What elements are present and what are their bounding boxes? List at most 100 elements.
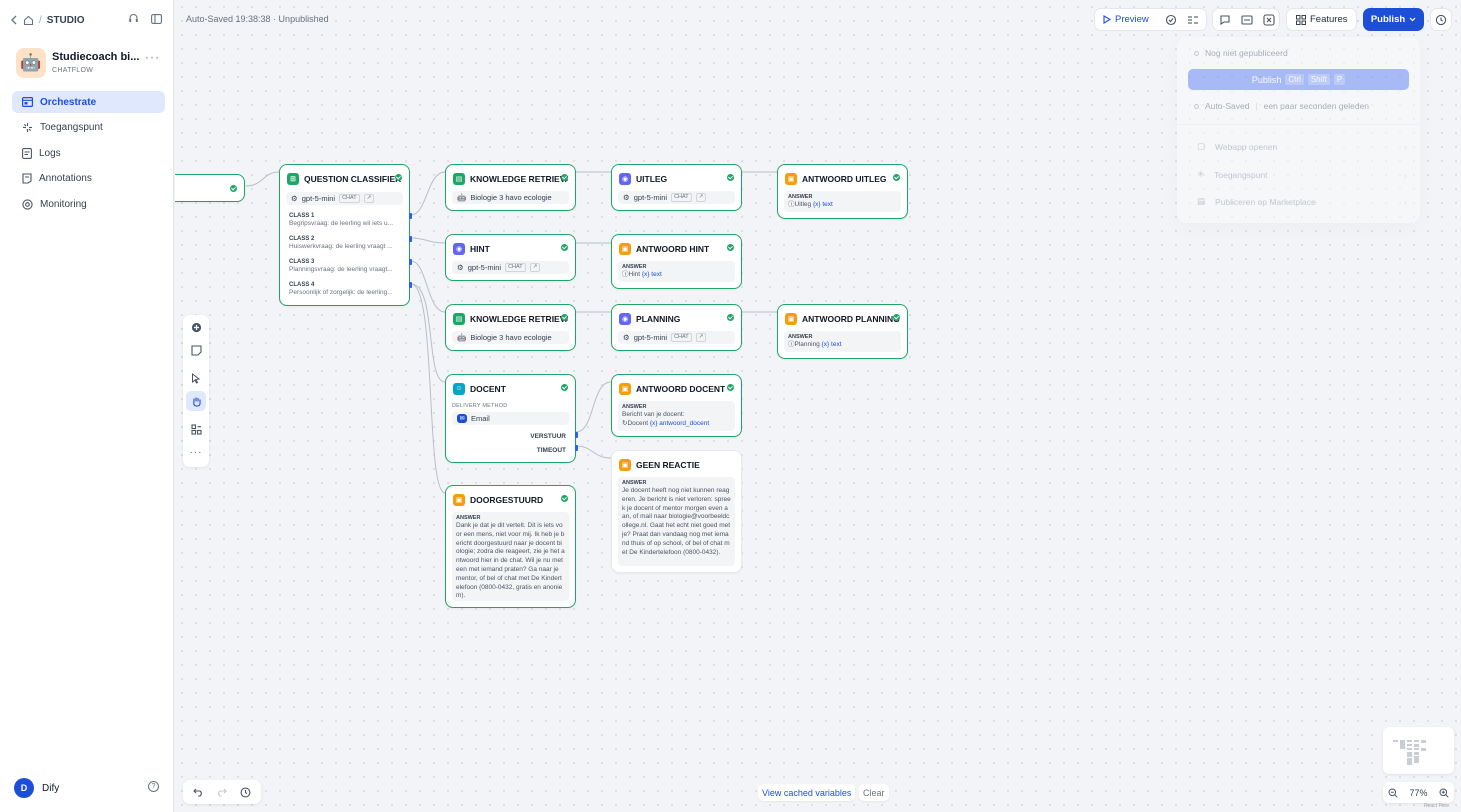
answer-icon: ▣ [785, 172, 797, 185]
sidebar-item-annotations[interactable]: Annotations [12, 167, 165, 189]
variable-x-icon[interactable] [1263, 13, 1275, 26]
settings-icon[interactable]: ↗ [695, 193, 707, 202]
node-antwoord-hint[interactable]: ▣ ANTWOORD HINT ANSWER ⓘHint {x} text [611, 234, 742, 289]
env-icon[interactable] [1241, 14, 1253, 26]
node-antwoord-docent[interactable]: ▣ ANTWOORD DOCENT ANSWER Bericht van je d… [611, 374, 742, 437]
node-antwoord-uitleg[interactable]: ▣ ANTWOORD UITLEG ANSWER ⓘUitleg {x} text [777, 164, 908, 219]
clear-button[interactable]: Clear [859, 784, 889, 801]
knowledge-icon: ▤ [453, 172, 465, 185]
orchestrate-icon [22, 97, 33, 107]
node-title: UITLEG [636, 173, 668, 184]
sidebar-item-orchestrate[interactable]: Orchestrate [12, 91, 165, 113]
zoom-level[interactable]: 77% [1409, 788, 1427, 798]
undo-icon[interactable] [193, 787, 204, 797]
play-icon [1103, 15, 1111, 24]
annotations-icon [22, 172, 32, 184]
model-icon: ⚙ [623, 193, 630, 202]
output-handle[interactable] [409, 213, 412, 219]
menu-marketplace[interactable]: ▤ Publiceren op Marketplace › [1197, 196, 1407, 207]
sidebar: / STUDIO 🤖 Studiecoach bi... CHATFLOW ··… [0, 0, 174, 812]
node-question-classifier[interactable]: ⊞ QUESTION CLASSIFIER ⚙ gpt-5-mini CHAT ↗ CL… [279, 164, 412, 306]
node-docent[interactable]: ☺ DOCENT DELIVERY METHOD ✉ Email VERSTUUR … [445, 374, 578, 463]
node-planning[interactable]: ◉ PLANNING ⚙ gpt-5-mini CHAT ↗ [611, 304, 742, 351]
zoom-in-icon[interactable] [1439, 788, 1449, 798]
sidebar-item-monitoring[interactable]: Monitoring [12, 193, 165, 215]
settings-icon[interactable]: ↗ [529, 263, 541, 272]
class-item: CLASS 4 Persoonlijk of zorgelijk: de leer… [289, 282, 393, 296]
node-start[interactable]: r [175, 174, 245, 202]
output-handle[interactable] [409, 236, 412, 242]
sidebar-toggle-icon[interactable] [151, 13, 162, 24]
output-handle[interactable] [409, 282, 412, 288]
delivery-pill[interactable]: ✉ Email [452, 412, 569, 425]
avatar: D [14, 778, 34, 798]
organize-icon[interactable] [186, 419, 206, 439]
node-hint[interactable]: ◉ HINT ⚙ gpt-5-mini CHAT ↗ [445, 234, 576, 281]
features-button[interactable]: Features [1286, 8, 1357, 31]
model-pill[interactable]: ⚙ gpt-5-mini CHAT ↗ [452, 261, 569, 274]
model-pill[interactable]: ⚙ gpt-5-mini CHAT ↗ [618, 191, 735, 204]
output-handle[interactable] [409, 259, 412, 265]
publish-button[interactable]: Publish [1363, 8, 1424, 31]
llm-icon: ◉ [453, 242, 465, 255]
model-pill[interactable]: ⚙ gpt-5-mini CHAT ↗ [618, 331, 735, 344]
add-node-icon[interactable] [186, 317, 206, 337]
headset-icon[interactable] [128, 13, 139, 24]
node-title: QUESTION CLASSIFIER [304, 173, 402, 184]
publish-confirm-button[interactable]: Publish Ctrl Shift P [1188, 69, 1409, 90]
node-knowledge-retrieval-2[interactable]: ▤ KNOWLEDGE RETRIEVA... 🤖 Biologie 3 havo … [445, 304, 576, 351]
variables-icon[interactable] [1187, 14, 1199, 26]
check-icon [727, 244, 734, 251]
status-dot [1194, 103, 1199, 109]
app-type: CHATFLOW [52, 67, 94, 74]
menu-open-webapp[interactable]: ▢ Webapp openen › [1197, 141, 1407, 152]
check-icon [561, 244, 568, 251]
node-geen-reactie[interactable]: ▣ GEEN REACTIE ANSWER Je docent heeft nog… [611, 450, 742, 573]
home-icon[interactable] [23, 15, 34, 26]
more-icon[interactable]: ··· [186, 442, 206, 462]
redo-icon[interactable] [216, 787, 228, 797]
dataset-pill[interactable]: 🤖 Biologie 3 havo ecologie [452, 331, 569, 344]
version-history-icon[interactable] [240, 787, 251, 798]
chevron-left-icon[interactable] [10, 15, 18, 25]
dataset-icon: 🤖 [457, 193, 467, 202]
model-pill[interactable]: ⚙ gpt-5-mini CHAT ↗ [286, 192, 403, 205]
hand-icon[interactable] [186, 391, 206, 411]
pointer-icon[interactable] [186, 368, 206, 388]
sidebar-item-logs[interactable]: Logs [12, 142, 165, 164]
classifier-icon: ⊞ [287, 172, 299, 185]
app-name: Studiecoach bi... [52, 51, 140, 63]
menu-access-point[interactable]: ✳ Toegangspunt › [1197, 169, 1407, 180]
settings-icon[interactable]: ↗ [695, 333, 707, 342]
view-cached-variables-button[interactable]: View cached variables [758, 784, 856, 801]
minimap[interactable] [1383, 727, 1454, 774]
sidebar-item-label: Toegangspunt [40, 121, 103, 133]
app-card[interactable]: 🤖 Studiecoach bi... CHATFLOW ··· [16, 46, 166, 78]
more-options-icon[interactable]: ··· [145, 50, 160, 64]
node-doorgestuurd[interactable]: ▣ DOORGESTUURD ANSWER Dank je dat je dit … [445, 485, 576, 608]
checklist-icon[interactable] [1165, 14, 1177, 26]
history-button[interactable] [1430, 8, 1452, 31]
settings-icon[interactable]: ↗ [363, 194, 375, 203]
breadcrumb-studio[interactable]: STUDIO [47, 15, 85, 26]
publish-dropdown: Nog niet gepubliceerd Publish Ctrl Shift… [1177, 37, 1420, 223]
node-title: DOORGESTUURD [470, 494, 544, 505]
chat-icon[interactable] [1219, 14, 1231, 26]
access-point-icon [22, 122, 33, 133]
sidebar-item-toegangspunt[interactable]: Toegangspunt [12, 116, 165, 138]
node-uitleg[interactable]: ◉ UITLEG ⚙ gpt-5-mini CHAT ↗ [611, 164, 742, 211]
node-knowledge-retrieval[interactable]: ▤ KNOWLEDGE RETRIEVAL 🤖 Biologie 3 havo ec… [445, 164, 576, 211]
dataset-pill[interactable]: 🤖 Biologie 3 havo ecologie [452, 191, 569, 204]
preview-button[interactable]: Preview [1103, 14, 1149, 25]
user-account[interactable]: D Dify [14, 778, 59, 798]
node-title: HINT [470, 243, 490, 254]
node-antwoord-planning[interactable]: ▣ ANTWOORD PLANNING ANSWER ⓘPlanning {x} t… [777, 304, 908, 359]
output-handle[interactable] [575, 445, 578, 451]
zoom-out-icon[interactable] [1388, 788, 1398, 798]
help-icon[interactable]: ? [148, 781, 159, 792]
output-handle[interactable] [575, 432, 578, 438]
node-title: KNOWLEDGE RETRIEVAL [470, 173, 568, 184]
add-note-icon[interactable] [186, 340, 206, 360]
react-flow-attribution[interactable]: React Flow [1424, 803, 1449, 809]
check-icon [727, 384, 734, 391]
